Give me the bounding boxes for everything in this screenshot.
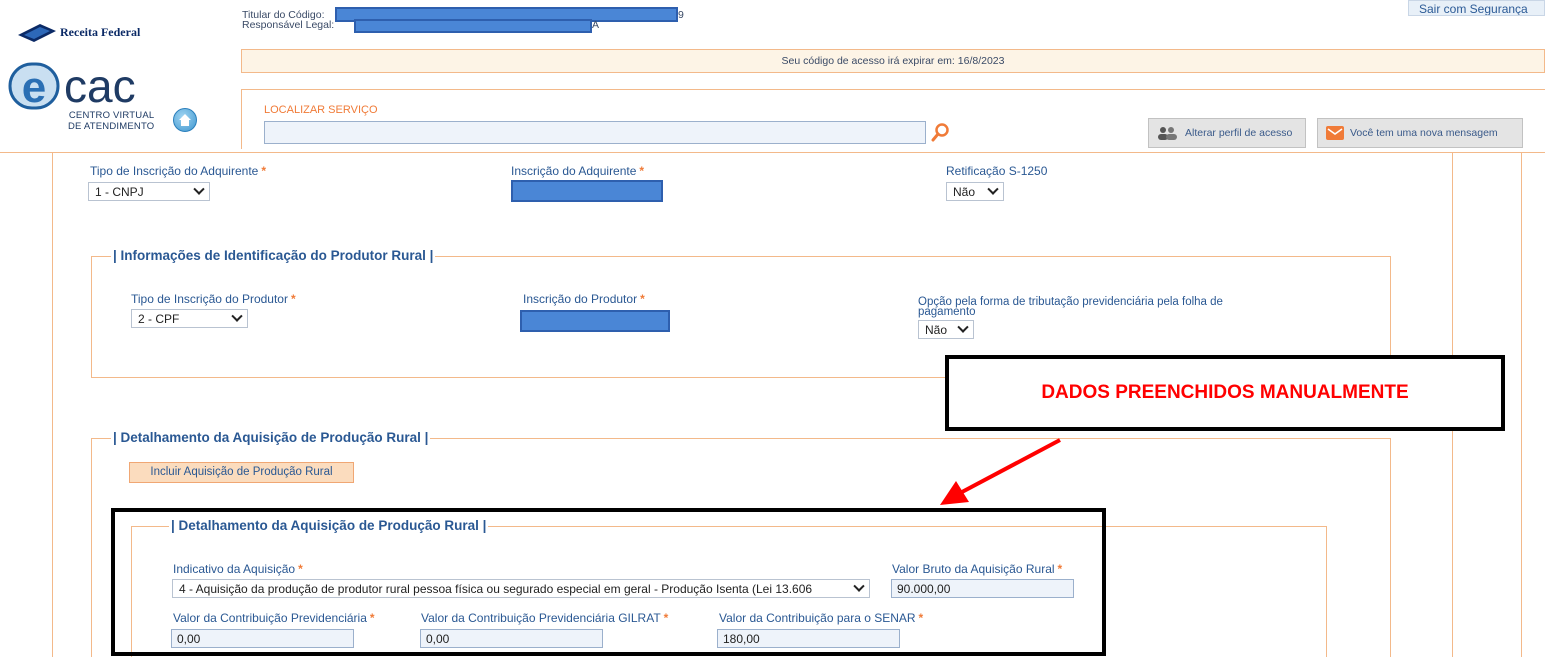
inscricao-adquirente-input[interactable] xyxy=(511,180,663,202)
tipo-inscricao-adquirente-label: Tipo de Inscrição do Adquirente * xyxy=(90,164,266,178)
brand-text: Receita Federal xyxy=(60,24,141,39)
aquisicao-legend: | Detalhamento da Aquisição de Produção … xyxy=(111,430,431,445)
add-aquisicao-button[interactable]: Incluir Aquisição de Produção Rural xyxy=(129,462,354,483)
ecac-logo[interactable]: e cac CENTRO VIRTUAL DE ATENDIMENTO xyxy=(8,58,198,138)
redacted-responsavel xyxy=(354,19,592,33)
produtor-legend: | Informações de Identificação do Produt… xyxy=(111,248,436,263)
tipo-inscricao-adquirente-select[interactable]: 1 - CNPJ xyxy=(88,182,210,201)
opcao-tributacao-value: Não xyxy=(925,322,948,337)
chevron-down-icon xyxy=(987,183,999,195)
annotation-callout: DADOS PREENCHIDOS MANUALMENTE xyxy=(945,355,1505,431)
search-input[interactable] xyxy=(264,121,926,144)
ecac-subtitle-line2: DE ATENDIMENTO xyxy=(68,121,155,132)
annotation-highlight-frame xyxy=(111,508,1106,656)
retificacao-select[interactable]: Não xyxy=(946,182,1004,201)
tipo-inscricao-produtor-value: 2 - CPF xyxy=(138,311,180,326)
retificacao-value: Não xyxy=(953,184,976,199)
chevron-down-icon xyxy=(957,321,969,333)
top-strip xyxy=(0,0,1545,14)
logout-link[interactable]: Sair com Segurança xyxy=(1408,0,1545,16)
inscricao-adquirente-text: Inscrição do Adquirente xyxy=(511,164,637,178)
ecac-logo-icon: e cac xyxy=(8,60,136,110)
opcao-tributacao-label: Opção pela forma de tributação previdenc… xyxy=(918,296,1223,318)
svg-text:e: e xyxy=(22,63,46,110)
responsavel-tail: A xyxy=(592,19,600,31)
chevron-down-icon xyxy=(193,183,205,195)
mail-icon xyxy=(1326,126,1344,140)
tipo-inscricao-produtor-text: Tipo de Inscrição do Produtor xyxy=(131,292,288,306)
svg-text:cac: cac xyxy=(64,60,136,110)
inscricao-adquirente-label: Inscrição do Adquirente * xyxy=(511,164,644,178)
inscricao-produtor-text: Inscrição do Produtor xyxy=(523,292,638,306)
required-marker: * xyxy=(290,292,296,306)
chevron-down-icon xyxy=(231,310,243,322)
search-label: LOCALIZAR SERVIÇO xyxy=(264,104,378,116)
required-marker: * xyxy=(640,292,645,306)
ecac-subtitle: CENTRO VIRTUAL DE ATENDIMENTO xyxy=(68,110,154,132)
tipo-inscricao-produtor-label: Tipo de Inscrição do Produtor * xyxy=(131,292,296,306)
titular-info: Titular do Código: 9 Responsável Legal: … xyxy=(242,7,684,33)
ecac-subtitle-line1: CENTRO VIRTUAL xyxy=(68,110,155,121)
tipo-inscricao-adquirente-value: 1 - CNPJ xyxy=(95,184,144,199)
opcao-tributacao-select[interactable]: Não xyxy=(918,320,974,339)
users-icon xyxy=(1158,127,1177,140)
change-profile-label: Alterar perfil de acesso xyxy=(1185,127,1293,139)
tipo-inscricao-produtor-select[interactable]: 2 - CPF xyxy=(131,309,248,328)
retificacao-label: Retificação S-1250 xyxy=(946,164,1048,178)
required-marker: * xyxy=(261,164,266,178)
new-message-button[interactable]: Você tem uma nova mensagem xyxy=(1317,118,1523,148)
opcao-tributacao-line2: pagamento xyxy=(918,306,976,318)
annotation-text: DADOS PREENCHIDOS MANUALMENTE xyxy=(1041,382,1409,403)
titular-tail: 9 xyxy=(678,9,684,21)
responsavel-row: Responsável Legal: A xyxy=(242,19,599,33)
inscricao-produtor-label: Inscrição do Produtor * xyxy=(523,292,645,306)
receita-federal-logo-icon xyxy=(18,24,56,42)
tipo-inscricao-adquirente-text: Tipo de Inscrição do Adquirente xyxy=(90,164,259,178)
receita-federal-logo[interactable]: Receita Federal xyxy=(18,22,140,42)
change-profile-button[interactable]: Alterar perfil de acesso xyxy=(1148,118,1306,148)
home-icon[interactable] xyxy=(173,108,197,132)
required-marker: * xyxy=(639,164,645,178)
search-icon[interactable] xyxy=(930,121,952,143)
inscricao-produtor-input[interactable] xyxy=(520,310,670,332)
home-glyph xyxy=(179,114,191,126)
new-message-label: Você tem uma nova mensagem xyxy=(1350,127,1498,139)
responsavel-label: Responsável Legal: xyxy=(242,19,335,31)
expire-notice: Seu código de acesso irá expirar em: 16/… xyxy=(241,49,1545,73)
